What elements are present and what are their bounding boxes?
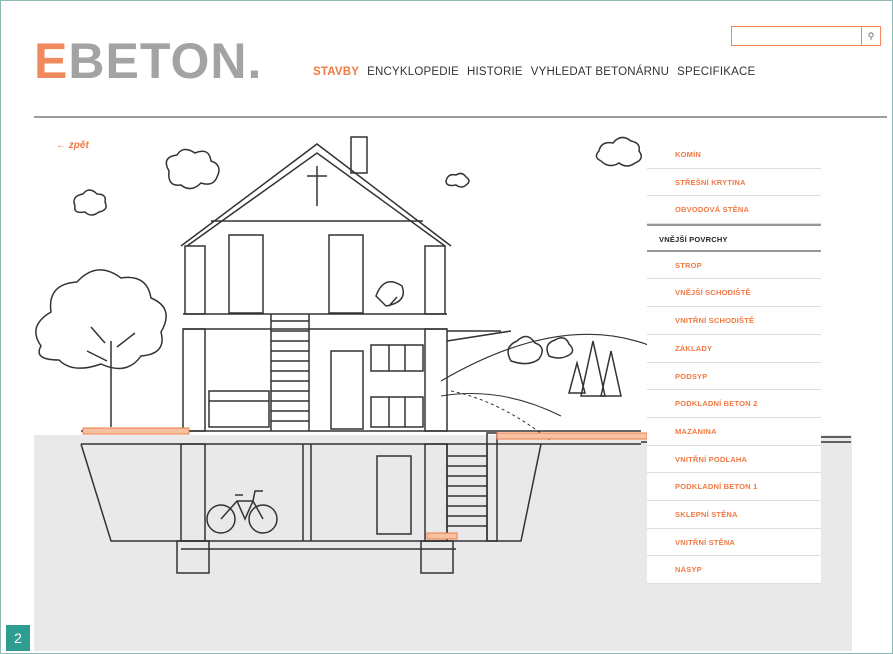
menu-item-vnitrni-podlaha[interactable]: VNITŘNÍ PODLAHA [647,445,821,474]
menu-item-komin[interactable]: KOMÍN [647,141,821,169]
menu-item-podkladni-beton-1[interactable]: PODKLADNÍ BETON 1 [647,473,821,501]
menu-item-zaklady[interactable]: ZÁKLADY [647,334,821,363]
menu-item-vnejsi-schodiste[interactable]: VNĚJŠÍ SCHODIŠTĚ [647,279,821,308]
menu-item-vnejsi-povrchy[interactable]: VNĚJŠÍ POVRCHY [647,224,821,252]
menu-item-nasyp[interactable]: NÁSYP [647,556,821,584]
cloud-icon [73,189,107,216]
cloud-icon [445,172,470,188]
menu-item-mazanina[interactable]: MAZANINA [647,417,821,446]
tree-icon [546,337,574,359]
menu-item-podkladni-beton-2[interactable]: PODKLADNÍ BETON 2 [647,390,821,418]
menu-item-podsyp[interactable]: PODSYP [647,362,821,391]
menu-item-vnitrni-stena[interactable]: VNITŘNÍ STĚNA [647,528,821,557]
layers-menu: KOMÍN STŘEŠNÍ KRYTINA OBVODOVÁ STĚNA VNĚ… [647,141,821,584]
figure-number-badge: 2 [6,625,30,651]
tree-icon [580,340,606,397]
menu-item-sklepni-stena[interactable]: SKLEPNÍ STĚNA [647,500,821,529]
menu-item-obvodova-stena[interactable]: OBVODOVÁ STĚNA [647,196,821,225]
menu-item-strop[interactable]: STROP [647,251,821,280]
tree-icon [35,269,167,370]
cloud-icon [595,136,642,167]
cloud-icon [165,148,220,190]
menu-item-stresni-krytina[interactable]: STŘEŠNÍ KRYTINA [647,168,821,197]
page-frame: EBETON. STAVBY ENCYKLOPEDIE HISTORIE VYH… [0,0,893,654]
menu-item-vnitrni-schodiste[interactable]: VNITŘNÍ SCHODIŠTĚ [647,307,821,335]
